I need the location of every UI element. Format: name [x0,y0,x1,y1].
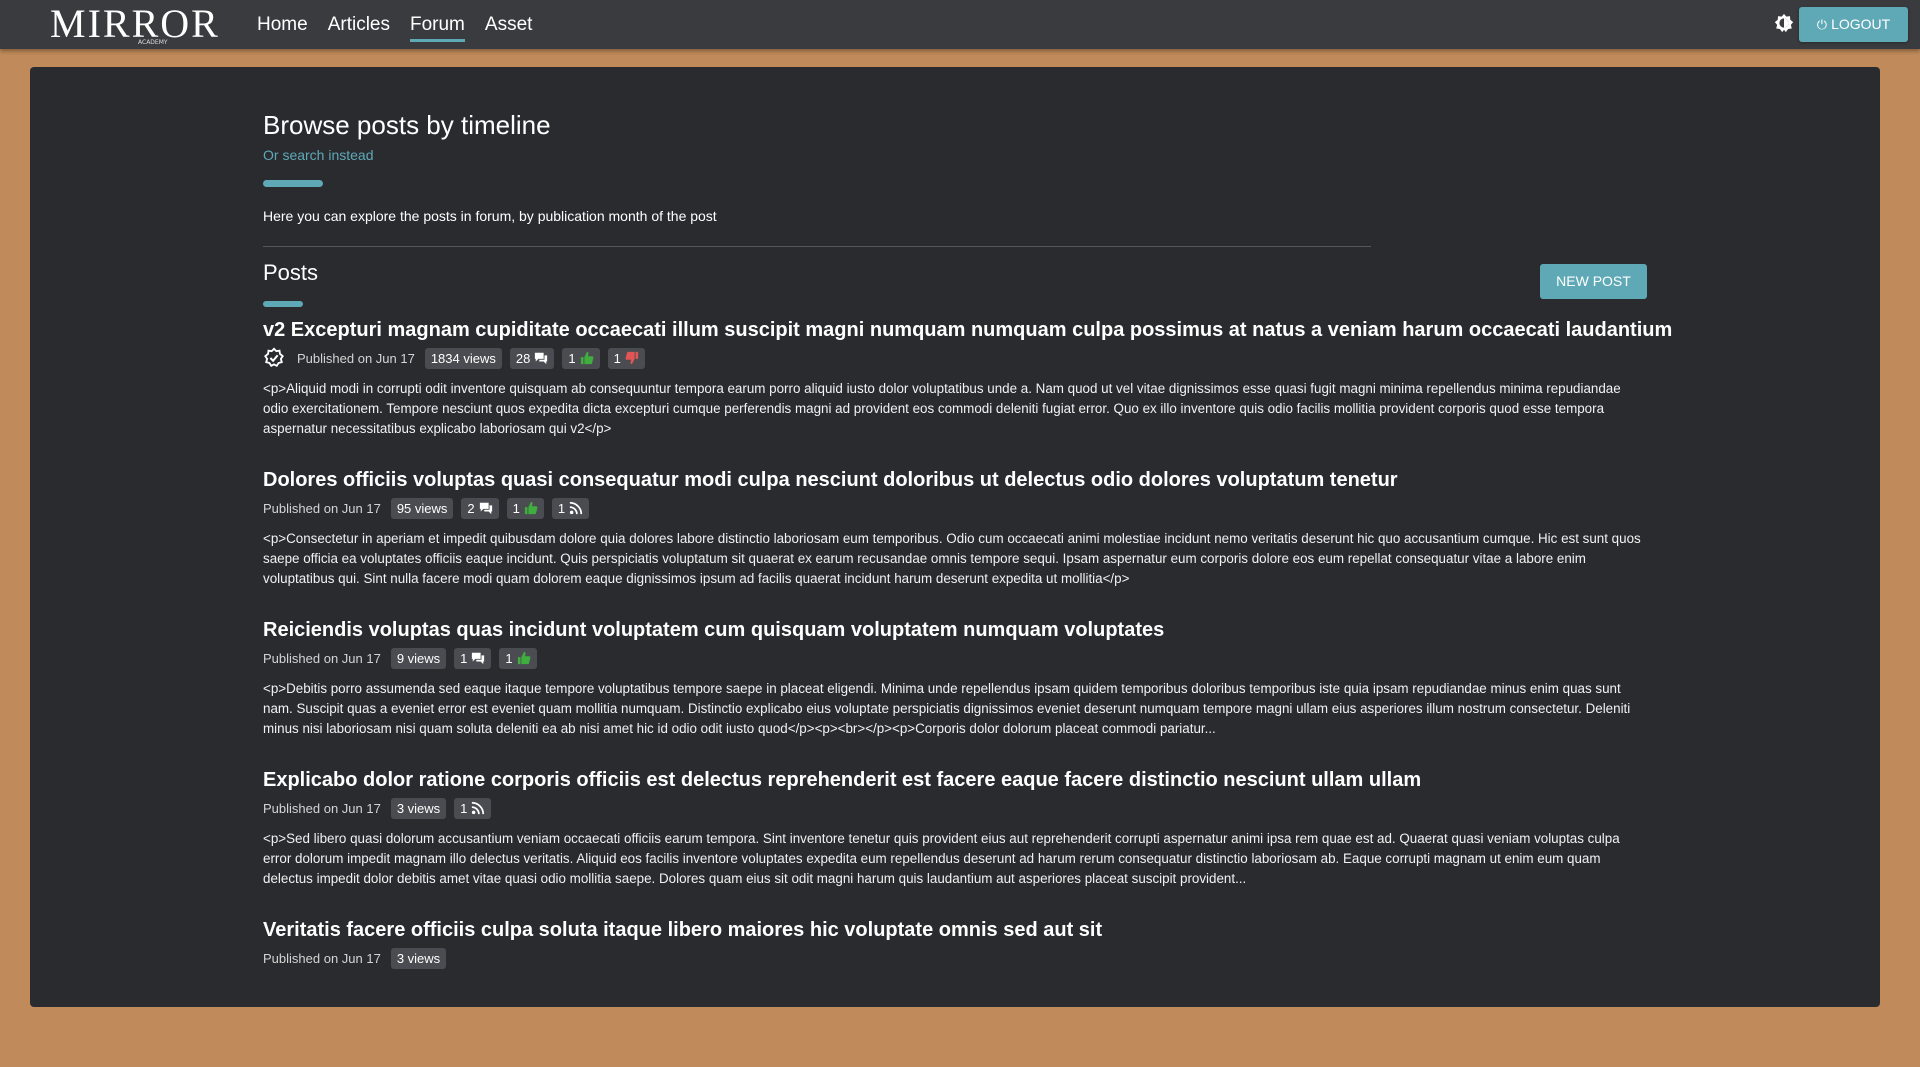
post-meta: Published on Jun 17 3 views [263,946,1648,970]
comments-badge[interactable]: 2 [461,497,499,519]
post-excerpt: <p>Consectetur in aperiam et impedit qui… [263,531,1641,586]
post-item: v2 Excepturi magnam cupiditate occaecati… [263,317,1672,467]
comments-badge-count: 1 [460,650,468,666]
views-badge[interactable]: 9 views [390,647,447,669]
post-title[interactable]: Reiciendis voluptas quas incidunt volupt… [263,617,1648,643]
page-title: Browse posts by timeline [263,110,551,140]
posts-heading: Posts [263,260,319,285]
post-meta: Published on Jun 17 95 views 2 1 1 [263,496,1648,520]
post-item: Explicabo dolor ratione corporis officii… [263,767,1648,917]
comments-badge[interactable]: 1 [454,647,492,669]
post-published-date: Published on Jun 17 [263,950,381,966]
posts-list: v2 Excepturi magnam cupiditate occaecati… [263,317,1672,1067]
follows-badge[interactable]: 1 [454,797,492,819]
views-badge-count: 3 views [396,800,441,816]
logout-label: LOGOUT [1831,16,1891,32]
post-title[interactable]: v2 Excepturi magnam cupiditate occaecati… [263,317,1672,343]
views-badge-count: 9 views [396,650,441,666]
post-item: Veritatis facere officiis culpa soluta i… [263,917,1648,1067]
likes-badge-count: 1 [568,350,576,366]
like-icon [517,651,531,665]
posts-accent-bar [263,301,303,307]
post-published-date: Published on Jun 17 [263,650,381,666]
like-icon [524,501,538,515]
dislikes-badge[interactable]: 1 [607,347,645,369]
mirror-logo[interactable]: MIRROR ACADEMY [50,1,220,47]
logo-subtext: ACADEMY [138,39,168,46]
comment-icon [534,351,548,365]
comment-icon [471,651,485,665]
post-title[interactable]: Veritatis facere officiis culpa soluta i… [263,917,1648,943]
views-badge[interactable]: 3 views [390,947,447,969]
comments-badge-count: 28 [515,350,531,366]
dislike-icon [625,351,639,365]
likes-badge[interactable]: 1 [562,347,600,369]
post-published-date: Published on Jun 17 [263,500,381,516]
post-title[interactable]: Explicabo dolor ratione corporis officii… [263,767,1648,793]
top-navbar: MIRROR ACADEMY Home Articles Forum Asset ⏻ L… [0,0,1920,49]
nav-asset[interactable]: Asset [485,0,533,49]
comment-icon [479,501,493,515]
likes-badge[interactable]: 1 [506,497,544,519]
likes-badge-count: 1 [505,650,513,666]
post-excerpt: <p>Debitis porro assumenda sed eaque ita… [263,681,1631,736]
likes-badge-count: 1 [512,500,520,516]
post-title[interactable]: Dolores officiis voluptas quasi consequa… [263,467,1648,493]
rss-icon [569,501,583,515]
post-item: Dolores officiis voluptas quasi consequa… [263,467,1648,617]
post-meta: Published on Jun 17 1834 views 28 1 1 [263,346,1648,370]
views-badge-count: 1834 views [430,350,496,366]
post-meta: Published on Jun 17 9 views 1 1 [263,646,1648,670]
nav-articles[interactable]: Articles [328,0,390,49]
nav-home[interactable]: Home [257,0,308,49]
likes-badge[interactable]: 1 [499,647,537,669]
post-excerpt: <p>Aliquid modi in corrupti odit invento… [263,381,1621,436]
post-item: Reiciendis voluptas quas incidunt volupt… [263,617,1648,767]
follows-badge[interactable]: 1 [551,497,590,519]
logo-text: MIRROR [50,1,220,46]
rss-icon [471,801,485,815]
views-badge[interactable]: 95 views [390,497,454,519]
views-badge[interactable]: 3 views [390,797,447,819]
intro-text: Here you can explore the posts in forum,… [263,208,717,224]
dislikes-badge-count: 1 [613,350,621,366]
verified-badge-icon [263,347,285,369]
views-badge[interactable]: 1834 views [424,347,502,369]
post-published-date: Published on Jun 17 [297,350,415,366]
views-badge-count: 95 views [396,500,448,516]
title-accent-bar [263,180,323,187]
divider [263,246,1371,247]
post-meta: Published on Jun 17 3 views 1 [263,796,1648,820]
post-excerpt: <p>Sed libero quasi dolorum accusantium … [263,831,1620,886]
like-icon [580,351,594,365]
brightness-icon[interactable] [1773,12,1795,34]
new-post-button[interactable]: NEW POST [1540,264,1647,299]
post-published-date: Published on Jun 17 [263,800,381,816]
views-badge-count: 3 views [396,950,441,966]
search-instead-link[interactable]: Or search instead [263,147,374,163]
power-icon: ⏻ [1816,17,1828,32]
comments-badge-count: 2 [467,500,475,516]
comments-badge[interactable]: 28 [509,347,555,369]
logout-button[interactable]: ⏻ LOGOUT [1799,7,1908,42]
main-nav: Home Articles Forum Asset [257,0,532,49]
follows-badge-count: 1 [557,500,566,516]
nav-forum[interactable]: Forum [409,0,465,49]
follows-badge-count: 1 [460,800,468,816]
